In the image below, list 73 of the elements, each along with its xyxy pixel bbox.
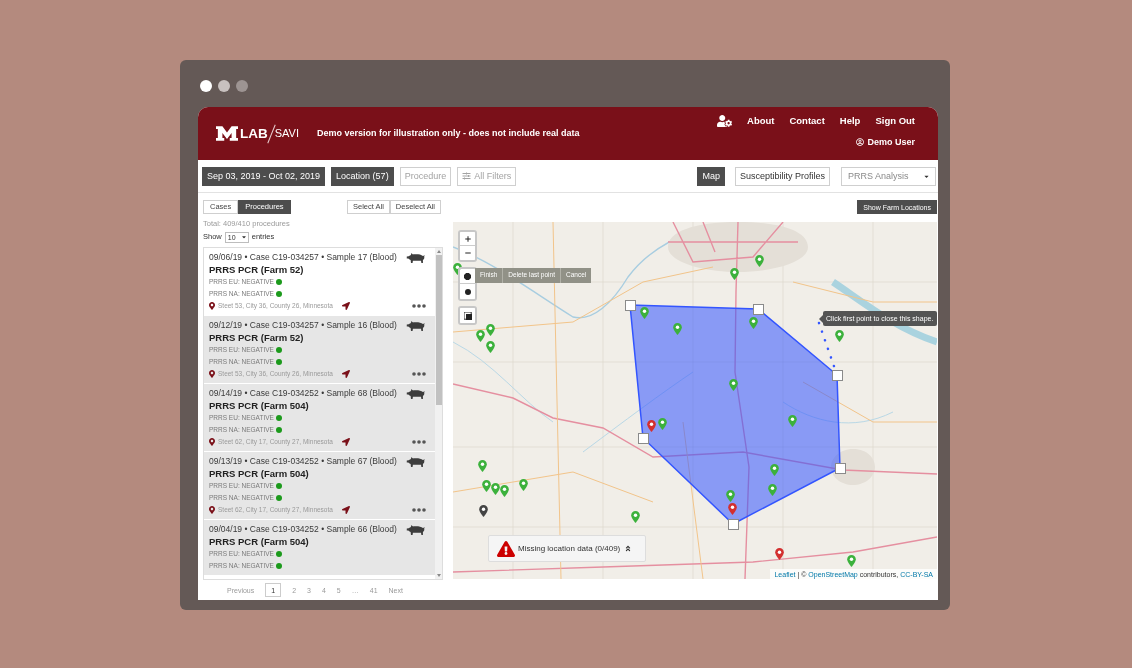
vertex-handle[interactable]	[834, 462, 846, 474]
location-pin-icon	[209, 370, 215, 378]
logo-subtext: SAVI	[274, 128, 299, 139]
tagline-text: Demo version for illustration only - does not include real data	[317, 129, 580, 138]
procedure-title: PRRS PCR (Farm 52)	[209, 263, 305, 276]
missing-location-panel[interactable]: Missing location data (0/409)	[488, 535, 646, 562]
procedure-title: PRRS PCR (Farm 504)	[209, 399, 310, 412]
vertex-handle[interactable]	[624, 299, 636, 311]
vertex-handle[interactable]	[752, 303, 764, 315]
procedure-header: 09/04/19 • Case C19-034252 • Sample 66 (Blood)	[209, 524, 397, 535]
polygon-icon	[464, 272, 471, 280]
procedure-header: 09/14/19 • Case C19-034252 • Sample 68 (Blood)	[209, 388, 397, 399]
scrollbar[interactable]	[435, 248, 442, 579]
warning-icon	[497, 540, 515, 557]
navigate-icon[interactable]	[341, 438, 350, 446]
filter-button[interactable]: Sep 03, 2019 - Oct 02, 2019	[202, 166, 326, 186]
pig-icon	[406, 389, 426, 399]
vertex-handle[interactable]	[637, 432, 649, 444]
minus-icon	[463, 249, 472, 257]
scroll-down-icon[interactable]	[436, 574, 441, 577]
location-pin-icon	[209, 438, 215, 446]
filter-button[interactable]: Location (57)	[331, 166, 394, 186]
vertex-handle[interactable]	[831, 369, 843, 381]
pig-icon	[406, 321, 426, 331]
scrollbar-thumb[interactable]	[435, 255, 442, 405]
navigate-icon[interactable]	[341, 302, 350, 310]
logo-text: LAB	[240, 126, 268, 141]
zoom-in-button[interactable]	[460, 232, 475, 246]
pig-icon	[406, 253, 426, 263]
procedure-header: 09/12/19 • Case C19-034257 • Sample 16 (Blood)	[209, 320, 397, 331]
procedure-header: 09/13/19 • Case C19-034252 • Sample 67 (Blood)	[209, 456, 397, 467]
map-pin-icon[interactable]	[727, 502, 737, 515]
more-icon[interactable]	[412, 508, 426, 512]
scroll-up-icon[interactable]	[436, 250, 441, 253]
plus-icon	[463, 234, 472, 243]
user-menu-button[interactable]: Demo User	[856, 136, 915, 148]
procedure-title: PRRS PCR (Farm 52)	[209, 331, 305, 344]
layers-icon	[463, 311, 472, 320]
procedure-title: PRRS PCR (Farm 504)	[209, 467, 310, 480]
sliders-icon	[462, 172, 472, 180]
zoom-out-button[interactable]	[460, 246, 475, 260]
location-pin-icon	[209, 506, 215, 514]
draw-polygon-button[interactable]	[460, 269, 475, 284]
caret-icon	[241, 234, 246, 240]
edit-layers-button[interactable]	[460, 308, 475, 323]
nav-link[interactable]: Sign Out	[875, 116, 915, 126]
user-icon	[856, 138, 865, 146]
procedure-header: 09/06/19 • Case C19-034257 • Sample 17 (Blood)	[209, 252, 397, 263]
user-settings-icon[interactable]	[717, 115, 732, 127]
view-tab[interactable]: Susceptibility Profiles	[734, 166, 830, 186]
navigate-icon[interactable]	[341, 506, 350, 514]
more-icon[interactable]	[412, 440, 426, 444]
draw-marker-button[interactable]	[460, 284, 475, 299]
missing-location-text: Missing location data (0/409)	[518, 544, 621, 553]
navigate-icon[interactable]	[341, 370, 350, 378]
nav-link[interactable]: Contact	[789, 116, 825, 126]
nav-link[interactable]: Help	[839, 116, 861, 126]
more-icon[interactable]	[412, 372, 426, 376]
logo-icon	[216, 126, 238, 141]
procedure-title: PRRS PCR (Farm 504)	[209, 535, 310, 548]
vertex-handle[interactable]	[727, 518, 739, 530]
map-pin-icon[interactable]	[774, 547, 784, 560]
pig-icon	[406, 525, 426, 535]
map-pin-icon[interactable]	[478, 504, 488, 517]
location-pin-icon	[209, 302, 215, 310]
view-tab[interactable]: Map	[697, 166, 725, 186]
map-pin-icon[interactable]	[646, 419, 656, 432]
nav-link[interactable]: About	[747, 116, 775, 126]
dot-icon	[464, 288, 471, 295]
more-icon[interactable]	[412, 304, 426, 308]
pig-icon	[406, 457, 426, 467]
chevrons-up-icon[interactable]	[625, 545, 632, 552]
analysis-dropdown[interactable]: PRRS Analysis	[841, 166, 936, 186]
